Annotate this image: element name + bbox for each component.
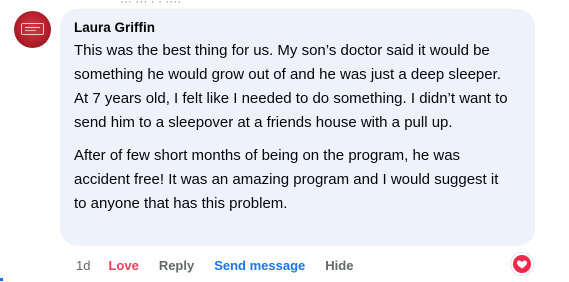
comment-thread: ··· ··· · · ···· Laura Griffin This was … (0, 0, 569, 282)
comment-bubble: Laura Griffin This was the best thing fo… (60, 9, 535, 246)
comment-paragraph-1: This was the best thing for us. My son’s… (74, 42, 508, 131)
avatar-logo-mark (21, 23, 44, 35)
reaction-count-badge[interactable] (511, 253, 533, 275)
avatar[interactable] (14, 11, 51, 48)
comment-paragraph-2: After of few short months of being on th… (74, 147, 499, 212)
reply-button[interactable]: Reply (159, 258, 194, 273)
comment-author[interactable]: Laura Griffin (74, 19, 519, 36)
love-reaction-button[interactable]: Love (108, 258, 138, 273)
comment-timestamp[interactable]: 1d (76, 258, 90, 273)
love-heart-icon (516, 260, 528, 269)
previous-comment-cutoff: ··· ··· · · ···· (120, 0, 320, 4)
hide-button[interactable]: Hide (325, 258, 353, 273)
scroll-edge-marker (0, 278, 3, 281)
comment-actions: 1d Love Reply Send message Hide (76, 255, 353, 275)
cutoff-dots: ··· ··· · · ···· (120, 0, 181, 4)
send-message-button[interactable]: Send message (214, 258, 305, 273)
